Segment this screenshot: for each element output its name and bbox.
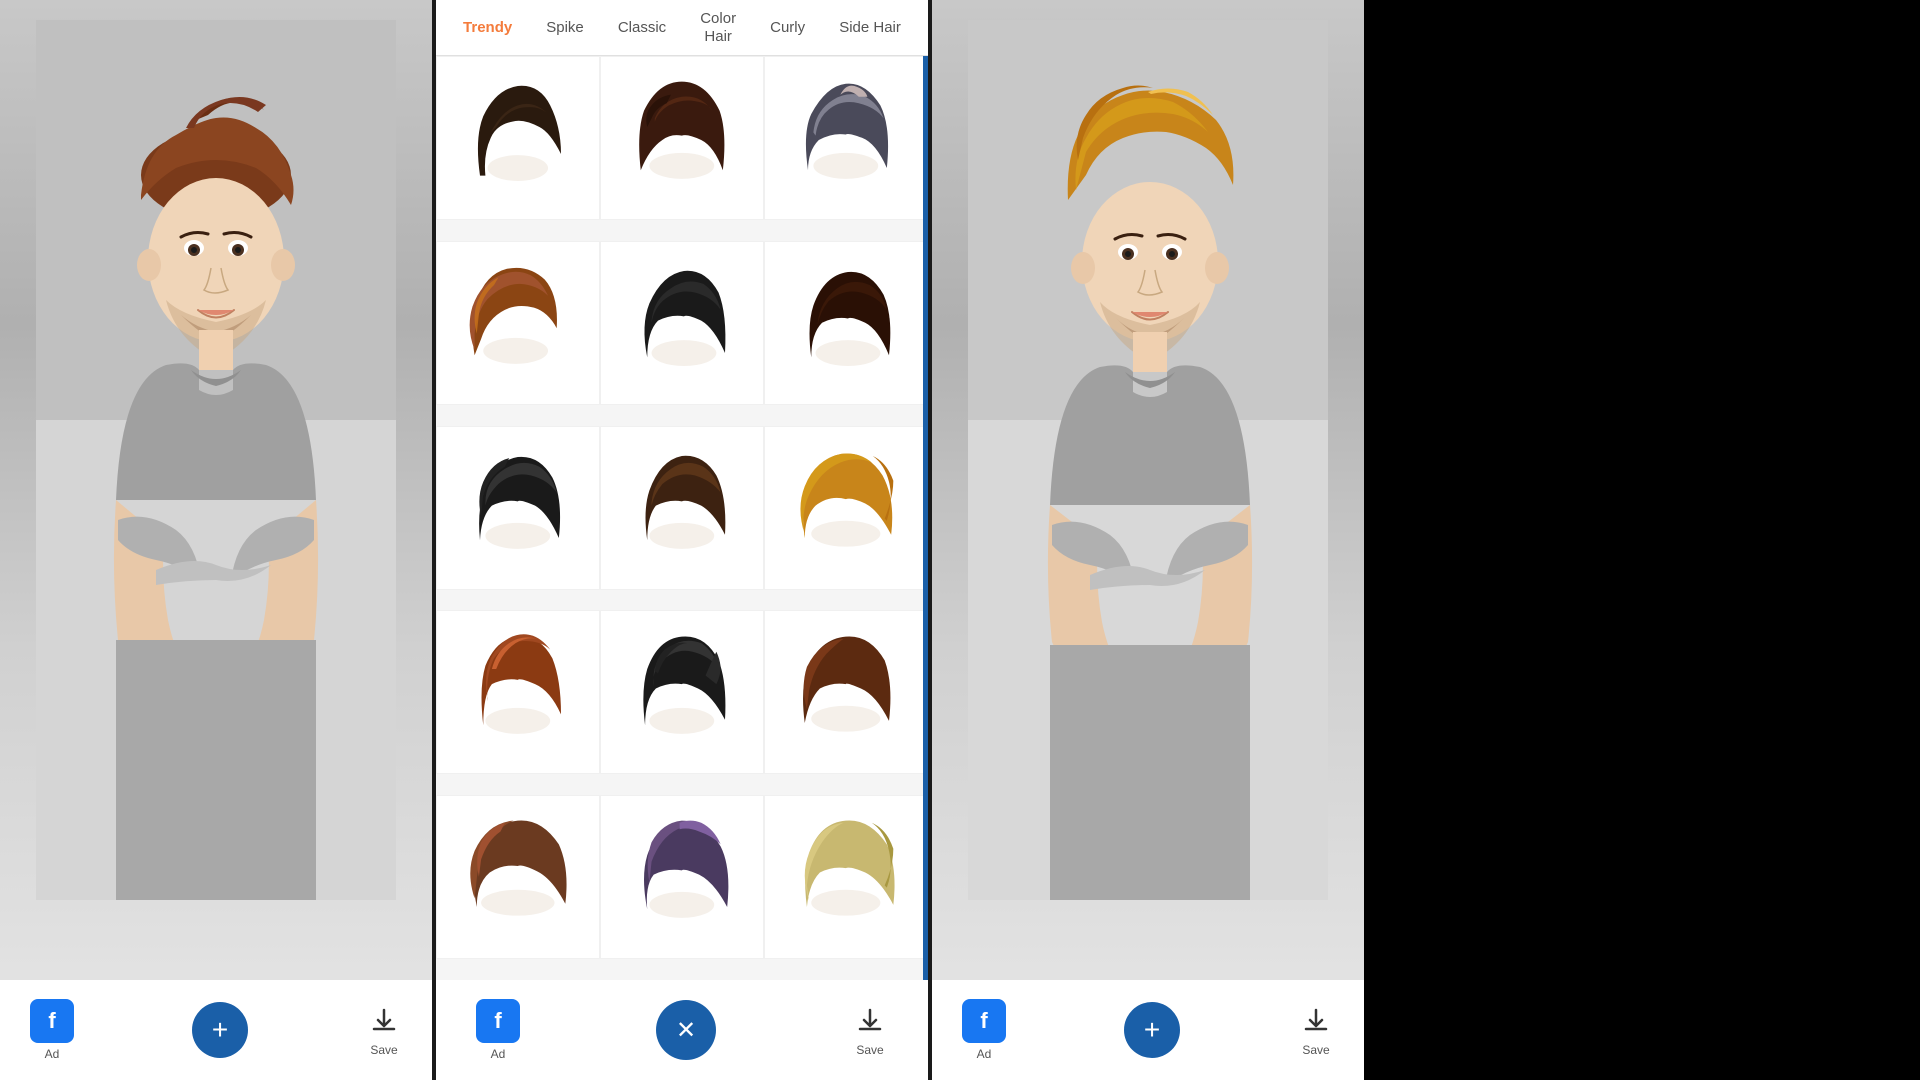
bottom-bar-center: f Ad ✕ Save [436, 980, 928, 1080]
right-person-image [932, 0, 1364, 920]
save-icon-left[interactable] [366, 1003, 402, 1039]
hair-style-3[interactable] [764, 56, 928, 220]
right-filler [1364, 0, 1920, 1080]
hair-style-7[interactable] [436, 426, 600, 590]
facebook-icon-left[interactable]: f [30, 999, 74, 1043]
save-wrapper-right[interactable]: Save [1298, 1003, 1334, 1057]
fb-ad-left[interactable]: f Ad [30, 999, 74, 1061]
save-label-center: Save [856, 1043, 883, 1057]
close-button[interactable]: ✕ [656, 1000, 716, 1060]
tab-trendy[interactable]: Trendy [455, 15, 520, 40]
hair-style-15[interactable] [764, 795, 928, 959]
hair-style-13[interactable] [436, 795, 600, 959]
add-button-left[interactable]: + [192, 1002, 248, 1058]
tab-side-hair[interactable]: Side Hair [831, 15, 909, 40]
tab-curly[interactable]: Curly [762, 15, 813, 40]
ad-label-center: Ad [491, 1047, 506, 1061]
hair-style-8[interactable] [600, 426, 764, 590]
fb-ad-right[interactable]: f Ad [962, 999, 1006, 1061]
tab-bar: Trendy Spike Classic Color Hair Curly Si… [436, 0, 928, 56]
save-wrapper-center[interactable]: Save [852, 1003, 888, 1057]
hair-style-1[interactable] [436, 56, 600, 220]
save-label-left: Save [370, 1043, 397, 1057]
left-panel: f Ad + Save [0, 0, 432, 1080]
hair-style-2[interactable] [600, 56, 764, 220]
save-wrapper-left[interactable]: Save [366, 1003, 402, 1057]
hair-style-14[interactable] [600, 795, 764, 959]
fb-ad-center[interactable]: f Ad [476, 999, 520, 1061]
bottom-bar-right: f Ad + Save [932, 980, 1364, 1080]
facebook-icon-center[interactable]: f [476, 999, 520, 1043]
hair-style-5[interactable] [600, 241, 764, 405]
save-label-right: Save [1302, 1043, 1329, 1057]
save-icon-right[interactable] [1298, 1003, 1334, 1039]
ad-label-right: Ad [977, 1047, 992, 1061]
tab-classic[interactable]: Classic [610, 15, 674, 40]
facebook-icon-right[interactable]: f [962, 999, 1006, 1043]
hair-style-9[interactable] [764, 426, 928, 590]
hair-style-4[interactable] [436, 241, 600, 405]
tab-color-hair[interactable]: Color Hair [692, 6, 744, 50]
hair-style-6[interactable] [764, 241, 928, 405]
right-panel: f Ad + Save [932, 0, 1364, 1080]
save-icon-center[interactable] [852, 1003, 888, 1039]
hair-style-10[interactable] [436, 610, 600, 774]
center-panel: Trendy Spike Classic Color Hair Curly Si… [432, 0, 932, 1080]
ad-label-left: Ad [45, 1047, 60, 1061]
tab-spike[interactable]: Spike [538, 15, 592, 40]
bottom-bar-left: f Ad + Save [0, 980, 432, 1080]
hair-style-12[interactable] [764, 610, 928, 774]
add-button-right[interactable]: + [1124, 1002, 1180, 1058]
left-person-image [0, 0, 432, 920]
hair-style-11[interactable] [600, 610, 764, 774]
hair-grid [436, 56, 928, 980]
